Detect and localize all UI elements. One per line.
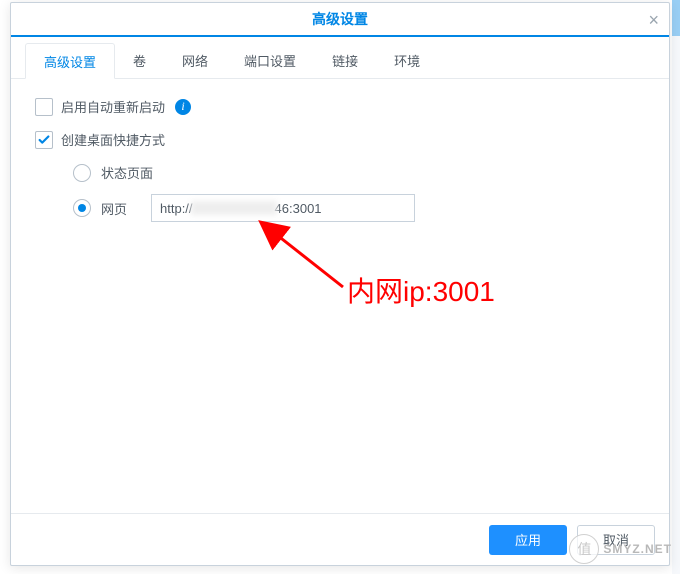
label-status-page: 状态页面 bbox=[101, 163, 153, 182]
cancel-button[interactable]: 取消 bbox=[577, 525, 655, 555]
tab-volume[interactable]: 卷 bbox=[115, 43, 164, 79]
tab-bar: 高级设置 卷 网络 端口设置 链接 环境 bbox=[11, 37, 669, 79]
url-prefix: http:// bbox=[160, 201, 193, 216]
dialog-footer: 应用 取消 bbox=[11, 513, 669, 565]
url-masked-segment bbox=[191, 201, 277, 215]
row-web-page: 网页 http:// 46:3001 bbox=[73, 194, 645, 222]
check-icon bbox=[37, 133, 51, 147]
dialog-titlebar: 高级设置 × bbox=[11, 3, 669, 37]
shortcut-radio-group: 状态页面 网页 http:// 46:3001 bbox=[73, 163, 645, 222]
tab-port-settings[interactable]: 端口设置 bbox=[226, 43, 314, 79]
dialog-title: 高级设置 bbox=[312, 9, 368, 29]
arrow-icon bbox=[277, 235, 343, 287]
right-edge-strip bbox=[672, 0, 680, 574]
annotation-overlay: 内网ip:3001 bbox=[265, 231, 565, 324]
label-create-shortcut: 创建桌面快捷方式 bbox=[61, 130, 165, 149]
tab-advanced[interactable]: 高级设置 bbox=[25, 43, 115, 79]
label-web-page: 网页 bbox=[101, 199, 127, 218]
apply-button[interactable]: 应用 bbox=[489, 525, 567, 555]
annotation-text: 内网ip:3001 bbox=[347, 276, 495, 307]
dialog-content: 启用自动重新启动 i 创建桌面快捷方式 状态页面 网页 http:// 46:3… bbox=[11, 79, 669, 513]
tab-environment[interactable]: 环境 bbox=[376, 43, 438, 79]
row-auto-restart: 启用自动重新启动 i bbox=[35, 97, 645, 116]
info-icon[interactable]: i bbox=[175, 99, 191, 115]
url-input[interactable]: http:// 46:3001 bbox=[151, 194, 415, 222]
url-suffix: 46:3001 bbox=[275, 201, 322, 216]
radio-status-page[interactable] bbox=[73, 164, 91, 182]
checkbox-auto-restart[interactable] bbox=[35, 98, 53, 116]
radio-web-page[interactable] bbox=[73, 199, 91, 217]
label-auto-restart: 启用自动重新启动 bbox=[61, 97, 165, 116]
tab-network[interactable]: 网络 bbox=[164, 43, 226, 79]
tab-links[interactable]: 链接 bbox=[314, 43, 376, 79]
row-status-page: 状态页面 bbox=[73, 163, 645, 182]
checkbox-create-shortcut[interactable] bbox=[35, 131, 53, 149]
close-icon[interactable]: × bbox=[648, 3, 659, 37]
row-create-shortcut: 创建桌面快捷方式 bbox=[35, 130, 645, 149]
advanced-settings-dialog: 高级设置 × 高级设置 卷 网络 端口设置 链接 环境 启用自动重新启动 i 创… bbox=[10, 2, 670, 566]
